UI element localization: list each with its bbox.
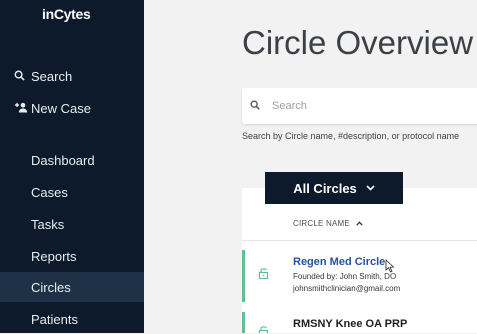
sidebar-item-reports[interactable]: Reports [0, 241, 144, 271]
unlock-icon [258, 324, 270, 333]
table-row[interactable]: RMSNY Knee OA PRP [242, 312, 477, 333]
page-title: Circle Overview [242, 24, 474, 61]
search-help-text: Search by Circle name, #description, or … [242, 131, 460, 141]
column-header-label: CIRCLE NAME [293, 219, 350, 228]
circle-name-link[interactable]: Regen Med Circle [293, 256, 385, 268]
column-header-circle-name[interactable]: CIRCLE NAME [293, 219, 364, 228]
founder-email: johnsmithclinician@gmail.com [293, 284, 401, 293]
chevron-down-icon [366, 183, 375, 193]
all-circles-dropdown[interactable]: All Circles [265, 172, 403, 204]
divider [242, 240, 477, 241]
search-input[interactable] [270, 99, 474, 113]
search-icon [14, 69, 30, 84]
sidebar-item-dashboard[interactable]: Dashboard [0, 145, 144, 175]
sidebar-item-cases[interactable]: Cases [0, 177, 144, 207]
search-icon [250, 97, 264, 115]
sidebar-item-tasks[interactable]: Tasks [0, 209, 144, 239]
founded-by-text: Founded by: John Smith, DO [293, 272, 397, 281]
brand-logo[interactable]: inCytes [42, 6, 91, 22]
sort-ascending-icon [356, 219, 364, 228]
sidebar-search-label: Search [31, 68, 73, 84]
sidebar: inCytes Search New Case Dashboard Cases … [0, 0, 144, 333]
sidebar-item-circles[interactable]: Circles [0, 272, 144, 302]
circle-name-link[interactable]: RMSNY Knee OA PRP [293, 318, 407, 330]
search-bar[interactable] [242, 88, 477, 124]
sidebar-search[interactable]: Search [0, 61, 144, 91]
sidebar-new-case-label: New Case [31, 100, 91, 116]
sidebar-item-patients[interactable]: Patients [0, 304, 144, 334]
table-row[interactable]: Regen Med Circle Founded by: John Smith,… [242, 250, 477, 302]
mouse-cursor-icon [385, 259, 395, 273]
sidebar-new-case[interactable]: New Case [0, 93, 144, 123]
main-content: Circle Overview Search by Circle name, #… [144, 0, 477, 333]
filter-label: All Circles [293, 180, 357, 196]
unlock-icon [258, 266, 270, 280]
add-user-icon [14, 101, 30, 116]
